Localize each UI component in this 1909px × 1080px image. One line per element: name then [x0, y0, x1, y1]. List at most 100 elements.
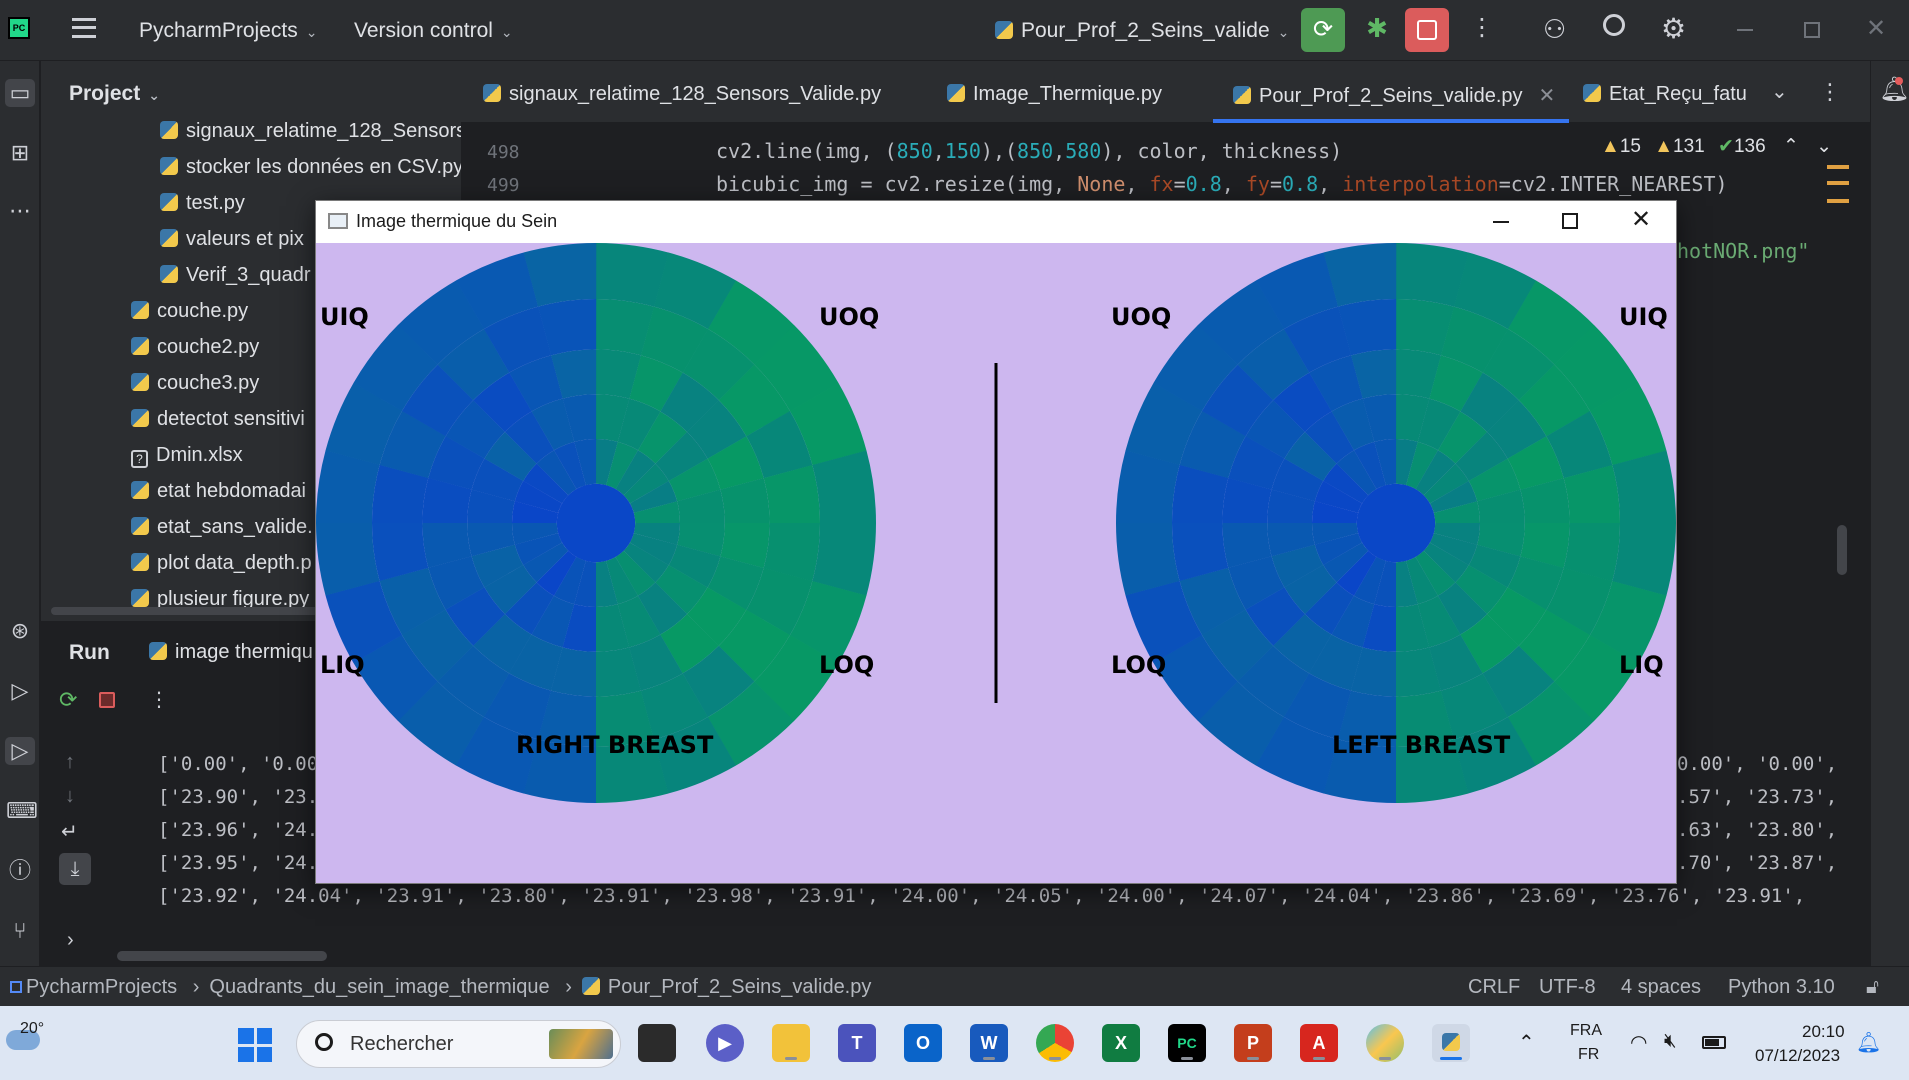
close-window-icon[interactable]: ✕ — [1866, 14, 1886, 43]
stop-button[interactable] — [1405, 8, 1449, 52]
horizontal-scrollbar[interactable] — [117, 951, 327, 961]
structure-icon[interactable]: ⊞ — [6, 139, 34, 167]
run-tool-icon[interactable]: ▷ — [5, 737, 35, 765]
excel-icon[interactable]: X — [1102, 1024, 1140, 1062]
wifi-icon[interactable]: ◠ — [1630, 1030, 1647, 1055]
tree-item[interactable]: ? Dmin.xlsx — [131, 444, 243, 468]
pycharm-icon[interactable]: PC — [1168, 1024, 1206, 1062]
python-interpreter[interactable]: Python 3.10 — [1728, 976, 1835, 999]
taskbar-search-box[interactable]: Rechercher — [296, 1020, 621, 1068]
close-tab-icon[interactable]: ✕ — [1539, 85, 1556, 107]
acrobat-icon[interactable]: A — [1300, 1024, 1338, 1062]
notification-center-icon[interactable]: 🔔︎ — [1856, 1030, 1881, 1055]
thermal-canvas: UIQ UOQ LIQ LOQ RIGHT BREAST UOQ UIQ LOQ… — [316, 243, 1676, 803]
outlook-icon[interactable]: O — [904, 1024, 942, 1062]
python-app-icon[interactable] — [1432, 1024, 1470, 1062]
tree-item[interactable]: stocker les données en CSV.py — [160, 156, 463, 179]
scroll-up-icon[interactable]: ↑ — [65, 751, 75, 774]
project-panel-title[interactable]: Project ⌄ — [69, 82, 160, 106]
tree-item[interactable]: detectot sensitivi — [131, 408, 305, 431]
file-explorer-icon[interactable] — [772, 1024, 810, 1062]
lock-icon[interactable]: 🔓︎ — [1866, 976, 1879, 999]
teams-icon[interactable]: T — [838, 1024, 876, 1062]
tree-item[interactable]: signaux_relatime_128_Sensors — [160, 120, 466, 143]
popup-maximize-icon[interactable] — [1562, 213, 1578, 229]
tree-item[interactable]: couche3.py — [131, 372, 259, 395]
account-icon[interactable]: ⚇ — [1543, 14, 1566, 45]
notifications-bell-icon[interactable]: 🔔︎ — [1879, 75, 1909, 104]
scroll-down-icon[interactable]: ↓ — [65, 785, 75, 808]
paint-icon[interactable] — [1366, 1024, 1404, 1062]
settings-gear-icon[interactable]: ⚙ — [1661, 12, 1686, 45]
rerun-button[interactable]: ⟳ — [1301, 8, 1345, 52]
pycharm-logo-icon[interactable]: PC — [8, 17, 30, 39]
more-tools-icon[interactable]: ⋯ — [6, 197, 34, 225]
scroll-to-end-icon[interactable]: ⤓ — [59, 853, 91, 885]
show-hidden-icons-chevron[interactable]: ⌃ — [1518, 1030, 1535, 1055]
project-selector[interactable]: PycharmProjects ⌄ — [139, 19, 317, 43]
indent-setting[interactable]: 4 spaces — [1621, 976, 1701, 999]
input-language-top[interactable]: FRA — [1570, 1022, 1602, 1040]
file-encoding[interactable]: UTF-8 — [1539, 976, 1596, 999]
more-actions-icon[interactable]: ⋮ — [1470, 14, 1494, 42]
tree-item[interactable]: valeurs et pix — [160, 228, 304, 251]
search-icon[interactable] — [1603, 14, 1625, 36]
rerun-icon[interactable]: ⟳ — [59, 687, 77, 713]
terminal-icon[interactable]: ⌨ — [6, 797, 38, 825]
popup-title-bar[interactable]: Image thermique du Sein ✕ — [316, 201, 1676, 243]
thermal-image-window[interactable]: Image thermique du Sein ✕ UIQ UOQ LIQ LO… — [315, 200, 1677, 884]
soft-wrap-icon[interactable]: ↵ — [61, 819, 78, 844]
volume-muted-icon[interactable]: 🔇︎ — [1664, 1030, 1677, 1053]
start-windows-icon[interactable] — [238, 1028, 272, 1062]
editor-tab[interactable]: Etat_Reçu_fatu — [1583, 83, 1747, 106]
tab-options-icon[interactable]: ⋮ — [1819, 79, 1841, 105]
word-icon[interactable]: W — [970, 1024, 1008, 1062]
teams-chat-icon[interactable]: ▶ — [706, 1024, 744, 1062]
editor-tab[interactable]: Image_Thermique.py — [947, 83, 1162, 106]
chevron-up-icon[interactable]: ⌃ — [1783, 136, 1799, 157]
inspection-widget[interactable]: ▲15 ▲131 ✔136 ⌃ ⌄ — [1601, 135, 1832, 158]
vertical-scrollbar[interactable] — [1837, 525, 1847, 575]
tree-item[interactable]: couche.py — [131, 300, 248, 323]
clock-time[interactable]: 20:10 — [1802, 1022, 1845, 1042]
popup-minimize-icon[interactable] — [1493, 221, 1509, 223]
window-app-icon — [328, 213, 348, 229]
problems-icon[interactable]: ⓘ — [6, 857, 34, 885]
line-separator[interactable]: CRLF — [1468, 976, 1520, 999]
tab-list-chevron-icon[interactable]: ⌄ — [1771, 79, 1788, 104]
tree-item[interactable]: plot data_depth.p — [131, 552, 312, 575]
debug-icon[interactable]: ✱ — [1361, 12, 1393, 44]
battery-icon[interactable] — [1702, 1036, 1726, 1049]
task-view-icon[interactable] — [638, 1024, 676, 1062]
run-config-selector[interactable]: Pour_Prof_2_Seins_valide ⌄ — [995, 19, 1289, 43]
stop-icon[interactable] — [99, 692, 115, 708]
expand-icon[interactable]: › — [67, 929, 74, 952]
tree-item[interactable]: etat_sans_valide. — [131, 516, 313, 539]
tree-item[interactable]: test.py — [160, 192, 245, 215]
editor-tab[interactable]: signaux_relatime_128_Sensors_Valide.py — [483, 83, 881, 106]
services-icon[interactable]: ▷ — [6, 677, 34, 705]
code-fragment: hotNOR.png" — [1677, 239, 1810, 263]
python-packages-icon[interactable]: ⊛ — [6, 617, 34, 645]
git-icon[interactable]: ⑂ — [6, 917, 34, 945]
tree-item[interactable]: couche2.py — [131, 336, 259, 359]
vcs-selector[interactable]: Version control ⌄ — [354, 19, 513, 43]
run-config-tab[interactable]: image thermiqu — [149, 641, 313, 664]
main-menu-icon[interactable] — [72, 18, 96, 38]
editor-tab-active[interactable]: Pour_Prof_2_Seins_valide.py ✕ — [1233, 83, 1555, 108]
breadcrumb[interactable]: PycharmProjects › Quadrants_du_sein_image… — [10, 976, 871, 999]
tree-item[interactable]: Verif_3_quadr — [160, 264, 311, 287]
more-run-actions-icon[interactable]: ⋮ — [149, 687, 169, 712]
powerpoint-icon[interactable]: P — [1234, 1024, 1272, 1062]
console-line-fragment: .70', '23.87', — [1677, 852, 1838, 874]
popup-close-icon[interactable]: ✕ — [1631, 205, 1651, 234]
chrome-icon[interactable] — [1036, 1024, 1074, 1062]
minimize-window-icon[interactable] — [1737, 29, 1753, 31]
tree-item[interactable]: etat hebdomadai — [131, 480, 306, 503]
project-folder-icon[interactable]: ▭ — [5, 79, 35, 107]
weather-temp[interactable]: 20° — [20, 1020, 44, 1038]
restore-window-icon[interactable] — [1804, 22, 1820, 38]
input-language-bottom[interactable]: FR — [1578, 1046, 1599, 1064]
chevron-down-icon[interactable]: ⌄ — [1816, 136, 1832, 157]
clock-date[interactable]: 07/12/2023 — [1755, 1046, 1840, 1066]
